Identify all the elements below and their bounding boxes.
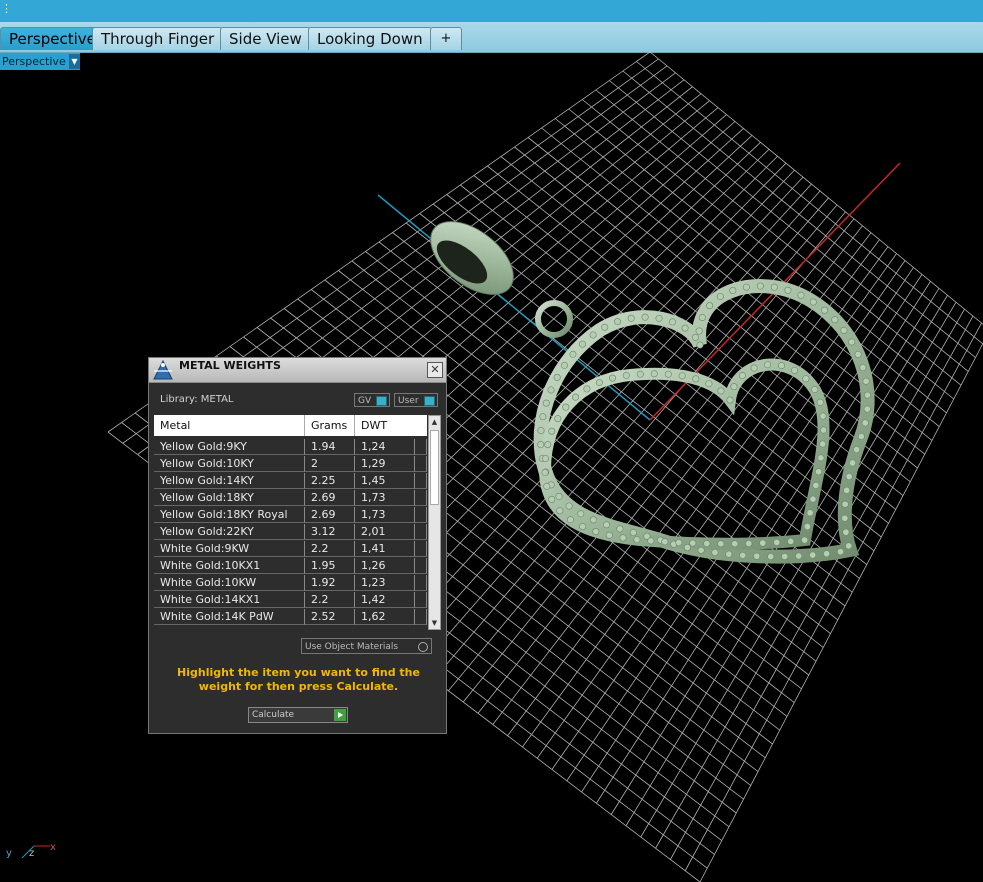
table-row[interactable]: White Gold:14KX1 2.2 1,42 — [154, 592, 427, 609]
column-header-metal[interactable]: Metal — [154, 415, 305, 436]
gv-toggle-label: GV — [358, 396, 372, 406]
add-tab-button[interactable]: + — [430, 27, 462, 50]
axis-label-z: z — [29, 848, 34, 859]
cell-dwt: 2,01 — [355, 524, 415, 540]
scroll-up-icon[interactable]: ▲ — [429, 416, 440, 428]
cell-metal: White Gold:14KX1 — [154, 592, 305, 608]
cell-grams: 2.52 — [305, 609, 355, 625]
table-row[interactable]: Yellow Gold:18KY 2.69 1,73 — [154, 490, 427, 507]
user-toggle[interactable]: User — [394, 393, 438, 407]
column-header-grams[interactable]: Grams — [305, 415, 355, 436]
cell-metal: White Gold:14K PdW — [154, 609, 305, 625]
cell-dwt: 1,62 — [355, 609, 415, 625]
close-button[interactable]: ✕ — [427, 362, 443, 378]
cell-grams: 2.69 — [305, 507, 355, 523]
panel-titlebar[interactable]: METAL WEIGHTS ✕ — [149, 358, 446, 383]
metal-weights-panel: METAL WEIGHTS ✕ Library: METAL GV User M… — [148, 357, 447, 734]
toggle-indicator-icon — [424, 396, 435, 406]
scale-icon — [153, 359, 173, 380]
cell-dwt: 1,73 — [355, 490, 415, 506]
viewport-menu-button[interactable]: Perspective ▼ — [0, 53, 80, 70]
scroll-thumb[interactable] — [430, 430, 439, 505]
calculate-label: Calculate — [252, 710, 295, 720]
table-row[interactable]: Yellow Gold:18KY Royal 2.69 1,73 — [154, 507, 427, 524]
chevron-down-icon: ▼ — [69, 54, 80, 69]
cell-grams: 3.12 — [305, 524, 355, 540]
cell-grams: 2.25 — [305, 473, 355, 489]
table-row[interactable]: White Gold:9KW 2.2 1,41 — [154, 541, 427, 558]
cell-grams: 1.92 — [305, 575, 355, 591]
view-tab-bar: Perspective Through Finger Side View Loo… — [0, 22, 983, 53]
cell-grams: 2.2 — [305, 541, 355, 557]
calculate-button[interactable]: Calculate — [248, 707, 348, 723]
cell-metal: Yellow Gold:22KY — [154, 524, 305, 540]
radio-icon — [418, 642, 428, 652]
cell-grams: 2.2 — [305, 592, 355, 608]
viewport-view-label: Perspective — [2, 55, 66, 68]
cell-grams: 1.94 — [305, 439, 355, 455]
scroll-down-icon[interactable]: ▼ — [429, 617, 440, 629]
title-bar: ⋮ — [0, 0, 983, 22]
gv-toggle[interactable]: GV — [354, 393, 390, 407]
table-row[interactable]: Yellow Gold:22KY 3.12 2,01 — [154, 524, 427, 541]
tab-through-finger[interactable]: Through Finger — [92, 27, 224, 50]
title-bar-glyph: ⋮ — [1, 2, 12, 15]
use-object-materials-label: Use Object Materials — [305, 642, 399, 652]
column-header-dwt[interactable]: DWT — [355, 415, 427, 436]
metal-table[interactable]: Metal Grams DWT Yellow Gold:9KY 1.94 1,24 … — [154, 415, 427, 630]
cell-grams: 2.69 — [305, 490, 355, 506]
axis-label-y: y — [6, 848, 12, 859]
table-row[interactable]: White Gold:14K PdW 2.52 1,62 — [154, 609, 427, 626]
table-scrollbar[interactable]: ▲ ▼ — [428, 415, 441, 630]
cell-metal: Yellow Gold:18KY Royal — [154, 507, 305, 523]
cell-dwt: 1,26 — [355, 558, 415, 574]
cell-grams: 1.95 — [305, 558, 355, 574]
use-object-materials-toggle[interactable]: Use Object Materials — [301, 638, 432, 654]
cell-dwt: 1,29 — [355, 456, 415, 472]
cell-metal: Yellow Gold:18KY — [154, 490, 305, 506]
cell-dwt: 1,41 — [355, 541, 415, 557]
cell-metal: White Gold:9KW — [154, 541, 305, 557]
cell-metal: White Gold:10KW — [154, 575, 305, 591]
tab-side-view[interactable]: Side View — [220, 27, 311, 50]
instruction-text: Highlight the item you want to find the … — [177, 666, 420, 693]
cell-dwt: 1,42 — [355, 592, 415, 608]
table-row[interactable]: White Gold:10KX1 1.95 1,26 — [154, 558, 427, 575]
cell-dwt: 1,23 — [355, 575, 415, 591]
cell-metal: White Gold:10KX1 — [154, 558, 305, 574]
user-toggle-label: User — [398, 396, 419, 406]
cell-grams: 2 — [305, 456, 355, 472]
cell-dwt: 1,24 — [355, 439, 415, 455]
axis-triad: y z x — [6, 842, 56, 859]
table-row[interactable]: Yellow Gold:14KY 2.25 1,45 — [154, 473, 427, 490]
table-row[interactable]: Yellow Gold:9KY 1.94 1,24 — [154, 439, 427, 456]
table-row[interactable]: Yellow Gold:10KY 2 1,29 — [154, 456, 427, 473]
panel-title: METAL WEIGHTS — [179, 359, 281, 372]
toggle-indicator-icon — [376, 396, 387, 406]
cell-metal: Yellow Gold:9KY — [154, 439, 305, 455]
axis-label-x: x — [50, 842, 56, 853]
table-row[interactable]: White Gold:10KW 1.92 1,23 — [154, 575, 427, 592]
cell-dwt: 1,45 — [355, 473, 415, 489]
tab-looking-down[interactable]: Looking Down — [308, 27, 432, 50]
tab-perspective[interactable]: Perspective — [0, 27, 105, 50]
cell-dwt: 1,73 — [355, 507, 415, 523]
cell-metal: Yellow Gold:10KY — [154, 456, 305, 472]
cell-metal: Yellow Gold:14KY — [154, 473, 305, 489]
library-label: Library: METAL — [160, 394, 234, 405]
play-icon — [334, 709, 346, 721]
